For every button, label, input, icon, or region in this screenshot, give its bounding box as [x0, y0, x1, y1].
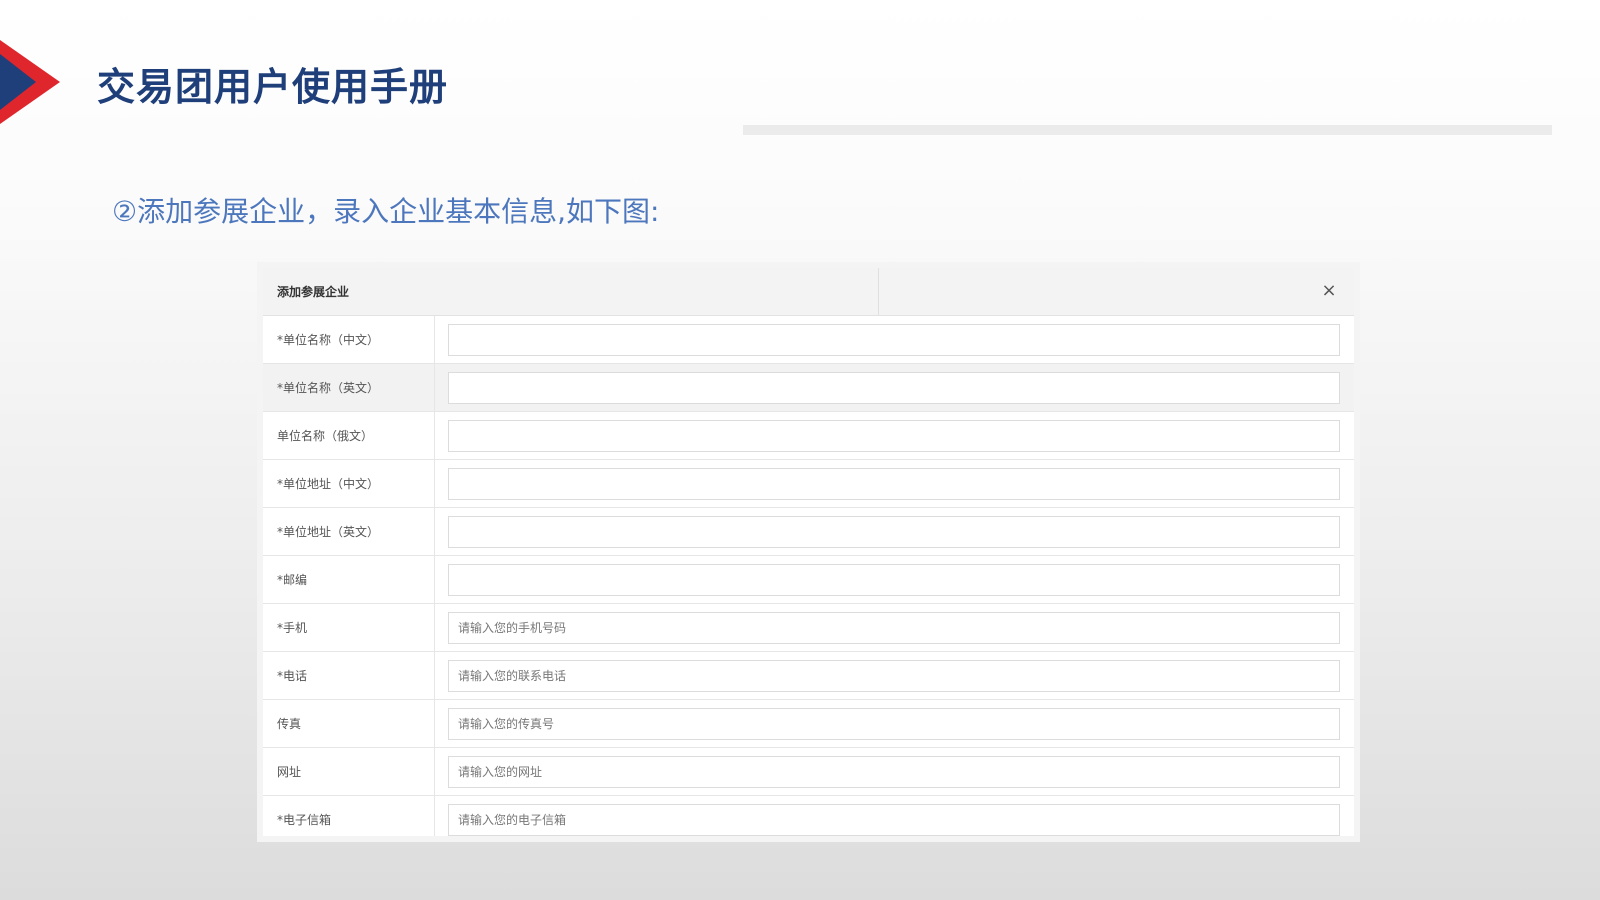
- company-address-cn-input[interactable]: [448, 467, 1340, 500]
- field-label: 网址: [263, 748, 435, 795]
- slide-subtitle: ②添加参展企业，录入企业基本信息,如下图:: [112, 195, 660, 228]
- header-divider: [743, 125, 1552, 135]
- website-input[interactable]: [448, 755, 1340, 788]
- field-label: *手机: [263, 604, 435, 651]
- company-name-cn-input[interactable]: [448, 323, 1340, 356]
- company-name-en-input[interactable]: [448, 371, 1340, 404]
- dialog-title: 添加参展企业: [263, 268, 879, 315]
- form-row-postcode: *邮编: [263, 556, 1354, 604]
- add-exhibitor-dialog: 添加参展企业 × *单位名称（中文） *单位名称（英文） 单位名称（俄文） *单…: [257, 262, 1360, 842]
- form-row-fax: 传真: [263, 700, 1354, 748]
- form-row-company-address-cn: *单位地址（中文）: [263, 460, 1354, 508]
- mobile-input[interactable]: [448, 611, 1340, 644]
- field-label: *电话: [263, 652, 435, 699]
- form-row-email: *电子信箱: [263, 796, 1354, 836]
- company-address-en-input[interactable]: [448, 515, 1340, 548]
- form-row-company-address-en: *单位地址（英文）: [263, 508, 1354, 556]
- company-name-ru-input[interactable]: [448, 419, 1340, 452]
- fax-input[interactable]: [448, 707, 1340, 740]
- form-row-mobile: *手机: [263, 604, 1354, 652]
- slide-title: 交易团用户使用手册: [97, 65, 449, 109]
- form-row-website: 网址: [263, 748, 1354, 796]
- field-label: *单位地址（英文）: [263, 508, 435, 555]
- field-label: *单位名称（中文）: [263, 316, 435, 363]
- email-input[interactable]: [448, 803, 1340, 836]
- chevron-arrow-icon: [0, 40, 60, 124]
- form-row-phone: *电话: [263, 652, 1354, 700]
- dialog-header: 添加参展企业 ×: [263, 268, 1354, 316]
- postcode-input[interactable]: [448, 563, 1340, 596]
- field-label: *单位名称（英文）: [263, 364, 435, 411]
- phone-input[interactable]: [448, 659, 1340, 692]
- close-icon[interactable]: ×: [1318, 280, 1340, 302]
- form-row-company-name-en: *单位名称（英文）: [263, 364, 1354, 412]
- field-label: *邮编: [263, 556, 435, 603]
- form-row-company-name-ru: 单位名称（俄文）: [263, 412, 1354, 460]
- form-row-company-name-cn: *单位名称（中文）: [263, 316, 1354, 364]
- field-label: *单位地址（中文）: [263, 460, 435, 507]
- field-label: 传真: [263, 700, 435, 747]
- field-label: 单位名称（俄文）: [263, 412, 435, 459]
- field-label: *电子信箱: [263, 796, 435, 836]
